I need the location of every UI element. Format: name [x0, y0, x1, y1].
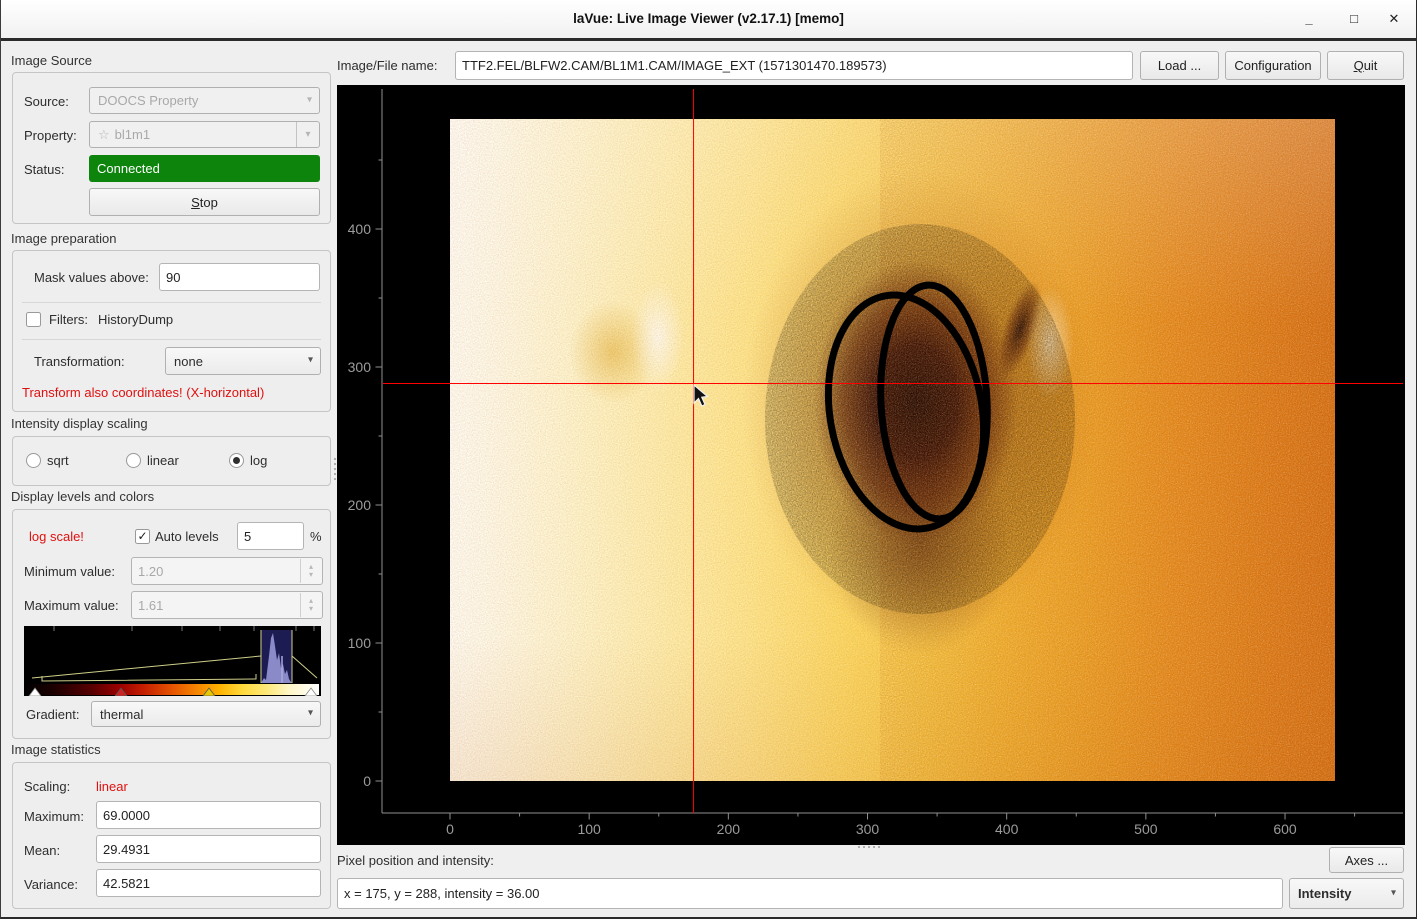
spin-arrows-icon[interactable]: ▴▾ — [300, 559, 321, 583]
image-statistics-group: Scaling: linear Maximum: 69.0000 Mean: 2… — [12, 762, 331, 909]
source-value: DOOCS Property — [98, 93, 198, 108]
image-statistics-title: Image statistics — [11, 742, 101, 757]
minimum-spinbox[interactable]: 1.20 ▴▾ — [131, 557, 323, 585]
radio-linear-label: linear — [147, 453, 179, 468]
separator — [22, 339, 321, 340]
star-icon: ☆ — [98, 127, 110, 143]
chevron-down-icon: ▾ — [307, 94, 312, 105]
log-scale-warning: log scale! — [29, 529, 84, 544]
chevron-down-icon: ▾ — [1391, 887, 1396, 898]
window-title: laVue: Live Image Viewer (v2.17.1) [memo… — [0, 11, 1417, 26]
minimum-label: Minimum value: — [24, 564, 115, 579]
image-preparation-group: Mask values above: 90 Filters: HistoryDu… — [12, 250, 331, 412]
pixel-position-label: Pixel position and intensity: — [337, 853, 494, 868]
filters-checkbox[interactable] — [26, 312, 41, 327]
svg-text:200: 200 — [717, 821, 741, 837]
spin-arrows-icon[interactable]: ▴▾ — [300, 593, 321, 617]
filename-label: Image/File name: — [337, 58, 437, 73]
source-dropdown[interactable]: DOOCS Property ▾ — [89, 87, 320, 114]
svg-text:500: 500 — [1134, 821, 1158, 837]
svg-text:0: 0 — [363, 773, 371, 789]
svg-text:0: 0 — [446, 821, 454, 837]
radio-log-label: log — [250, 453, 267, 468]
image-plot[interactable]: 0 100 200 300 400 500 600 0 100 200 300 400 — [337, 85, 1405, 845]
gradient-label: Gradient: — [26, 707, 79, 722]
maximum-label: Maximum value: — [24, 598, 119, 613]
image-preparation-title: Image preparation — [11, 231, 117, 246]
stat-maximum-label: Maximum: — [24, 809, 84, 824]
auto-levels-input[interactable]: 5 — [237, 522, 304, 550]
maximize-icon[interactable]: □ — [1343, 8, 1365, 30]
stat-scaling-label: Scaling: — [24, 779, 70, 794]
image-source-title: Image Source — [11, 53, 92, 68]
property-label: Property: — [24, 128, 77, 143]
filename-input[interactable]: TTF2.FEL/BLFW2.CAM/BL1M1.CAM/IMAGE_EXT (… — [455, 51, 1133, 80]
status-badge: Connected — [89, 155, 320, 182]
svg-text:200: 200 — [348, 497, 372, 513]
filters-value: HistoryDump — [98, 312, 173, 327]
svg-text:300: 300 — [856, 821, 880, 837]
levels-histogram-widget[interactable] — [24, 626, 321, 696]
close-icon[interactable]: ✕ — [1383, 8, 1405, 30]
transform-warning-text: Transform also coordinates! (X-horizonta… — [22, 385, 264, 400]
stat-mean-label: Mean: — [24, 843, 60, 858]
splitter-handle-horizontal[interactable] — [858, 846, 880, 848]
radio-sqrt[interactable] — [26, 453, 41, 468]
image-source-group: Source: DOOCS Property ▾ Property: ☆ bl1… — [12, 72, 331, 224]
svg-text:400: 400 — [995, 821, 1019, 837]
chevron-down-icon: ▾ — [308, 355, 313, 366]
pixel-position-field[interactable]: x = 175, y = 288, intensity = 36.00 — [337, 878, 1283, 909]
svg-text:400: 400 — [348, 221, 372, 237]
transformation-dropdown[interactable]: none ▾ — [165, 347, 321, 375]
auto-levels-checkbox[interactable]: ✓ — [135, 529, 150, 544]
stat-maximum-field[interactable]: 69.0000 — [96, 801, 321, 829]
filters-label: Filters: — [49, 312, 88, 327]
maximum-spinbox[interactable]: 1.61 ▴▾ — [131, 591, 323, 619]
beam-image-graphic: 0 100 200 300 400 500 600 0 100 200 300 400 — [337, 85, 1405, 845]
mask-label: Mask values above: — [34, 270, 149, 285]
svg-text:100: 100 — [348, 635, 372, 651]
gradient-dropdown[interactable]: thermal ▾ — [91, 701, 321, 727]
percent-label: % — [310, 529, 322, 544]
radio-log[interactable] — [229, 453, 244, 468]
load-button[interactable]: Load ... — [1140, 51, 1219, 80]
svg-text:300: 300 — [348, 359, 372, 375]
stat-mean-field[interactable]: 29.4931 — [96, 835, 321, 863]
radio-linear[interactable] — [126, 453, 141, 468]
property-combobox[interactable]: ☆ bl1m1 ▾ — [89, 121, 320, 148]
intensity-scaling-title: Intensity display scaling — [11, 416, 148, 431]
stop-button[interactable]: Stop — [89, 188, 320, 216]
separator — [22, 302, 321, 303]
auto-levels-label: Auto levels — [155, 529, 219, 544]
title-bar: laVue: Live Image Viewer (v2.17.1) [memo… — [0, 0, 1417, 41]
minimize-icon[interactable]: _ — [1298, 8, 1320, 30]
stat-variance-label: Variance: — [24, 877, 78, 892]
property-value: bl1m1 — [115, 127, 150, 142]
quit-button[interactable]: Quit — [1327, 51, 1404, 80]
stat-variance-field[interactable]: 42.5821 — [96, 869, 321, 897]
radio-sqrt-label: sqrt — [47, 453, 69, 468]
histogram-graphic — [24, 626, 321, 696]
property-dropdown-button[interactable]: ▾ — [296, 122, 319, 147]
source-label: Source: — [24, 94, 69, 109]
axes-button[interactable]: Axes ... — [1329, 847, 1404, 873]
splitter-handle-vertical[interactable] — [334, 458, 336, 480]
status-label: Status: — [24, 162, 64, 177]
transformation-label: Transformation: — [34, 354, 125, 369]
mask-input[interactable]: 90 — [159, 263, 320, 291]
configuration-button[interactable]: Configuration — [1225, 51, 1321, 80]
display-mode-dropdown[interactable]: Intensity ▾ — [1289, 878, 1404, 909]
camera-image — [450, 119, 1335, 781]
stat-scaling-value: linear — [96, 779, 128, 794]
intensity-scaling-group: sqrt linear log — [12, 436, 331, 486]
chevron-down-icon: ▾ — [308, 708, 313, 719]
display-levels-title: Display levels and colors — [11, 489, 154, 504]
svg-text:100: 100 — [577, 821, 601, 837]
display-levels-group: log scale! ✓ Auto levels 5 % Minimum val… — [12, 509, 331, 739]
svg-text:600: 600 — [1273, 821, 1297, 837]
